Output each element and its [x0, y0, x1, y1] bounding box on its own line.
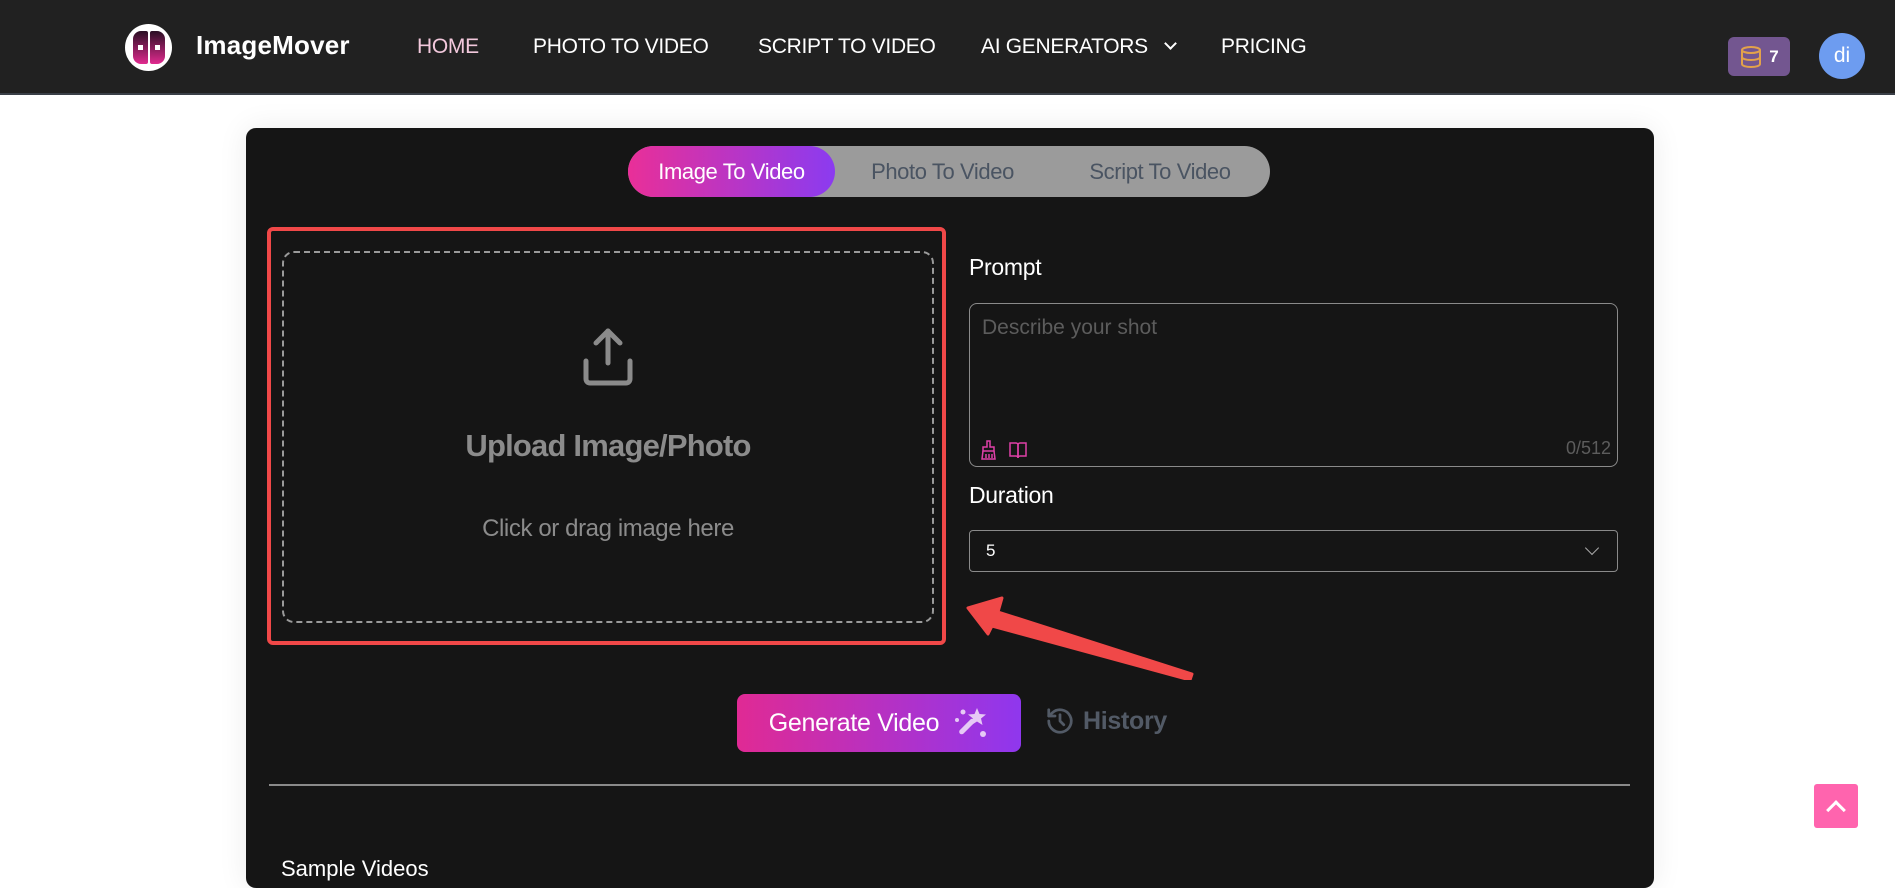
top-navbar: ImageMover HOME PHOTO TO VIDEO SCRIPT TO… [0, 0, 1895, 95]
nav-pricing[interactable]: PRICING [1221, 35, 1307, 59]
history-button[interactable]: History [1045, 706, 1167, 736]
section-divider [269, 784, 1630, 786]
tab-image-to-video[interactable]: Image To Video [628, 146, 835, 197]
upload-title: Upload Image/Photo [465, 428, 751, 463]
prompt-char-counter: 0/512 [1565, 438, 1611, 458]
generate-video-label: Generate Video [768, 708, 940, 737]
credits-badge[interactable]: 7 [1728, 37, 1790, 76]
upload-subtitle: Click or drag image here [482, 515, 734, 542]
chevron-up-icon [1826, 800, 1846, 820]
history-label: History [1083, 706, 1168, 735]
history-icon [1047, 708, 1073, 734]
upload-icon [583, 328, 633, 386]
nav-ai-generators-label: AI GENERATORS [981, 35, 1148, 58]
prompt-label: Prompt [969, 254, 1042, 280]
duration-select[interactable]: 5 [969, 530, 1618, 572]
tab-photo-to-video[interactable]: Photo To Video [835, 146, 1050, 197]
sample-videos-title: Sample Videos [281, 856, 429, 881]
nav-ai-generators[interactable]: AI GENERATORS [981, 35, 1177, 59]
duration-label: Duration [969, 482, 1054, 508]
prompt-input[interactable] [982, 316, 1602, 416]
scroll-to-top-button[interactable] [1814, 784, 1858, 828]
logo-icon [132, 31, 165, 64]
nav-script-to-video[interactable]: SCRIPT TO VIDEO [758, 35, 936, 59]
clear-brush-icon[interactable] [980, 440, 998, 460]
prompt-library-book-icon[interactable] [1009, 440, 1027, 460]
coins-stack-icon [1741, 45, 1762, 68]
prompt-box: 0/512 [969, 303, 1618, 467]
duration-selected-value: 5 [986, 541, 996, 560]
nav-photo-to-video[interactable]: PHOTO TO VIDEO [533, 35, 709, 59]
mode-tabs: Image To Video Photo To Video Script To … [628, 146, 1270, 197]
generate-video-button[interactable]: Generate Video [737, 694, 1021, 752]
brand-logo[interactable] [125, 24, 172, 71]
credits-count: 7 [1769, 46, 1779, 66]
user-avatar[interactable]: di [1819, 33, 1865, 79]
magic-wand-icon [955, 708, 987, 737]
chevron-down-icon [1584, 540, 1600, 556]
brand-name[interactable]: ImageMover [196, 30, 350, 61]
nav-home[interactable]: HOME [417, 35, 479, 59]
tab-script-to-video[interactable]: Script To Video [1050, 146, 1270, 197]
annotation-arrow [966, 596, 1194, 680]
chevron-down-icon [1163, 37, 1177, 50]
